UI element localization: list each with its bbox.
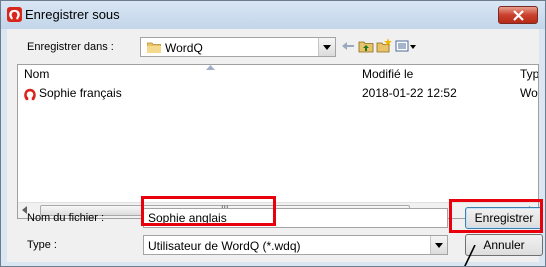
view-menu-icon[interactable] (395, 38, 417, 54)
file-type-value: Utilisateur de WordQ (*.wdq) (148, 239, 301, 253)
file-list[interactable]: Nom Modifié le Type Sophie français 2018… (17, 64, 539, 219)
file-date-cell: 2018-01-22 12:52 (362, 86, 457, 100)
back-arrow-icon[interactable] (340, 38, 356, 54)
title-bar[interactable]: Enregistrer sous (1, 1, 545, 29)
file-type-label: Type : (27, 239, 57, 251)
chevron-down-icon[interactable] (430, 236, 447, 254)
file-type-combobox[interactable]: Utilisateur de WordQ (*.wdq) (143, 235, 448, 255)
file-type-cell: Wor (520, 86, 538, 100)
filename-label: Nom du fichier : (27, 212, 105, 224)
close-x-icon (513, 10, 524, 21)
save-as-dialog: Enregistrer sous Enregistrer dans : Word… (0, 0, 546, 267)
column-header-name[interactable]: Nom (24, 67, 49, 81)
close-button[interactable] (498, 6, 538, 24)
chevron-down-icon[interactable] (318, 38, 335, 56)
up-folder-icon[interactable] (358, 38, 374, 54)
wordq-logo-icon (7, 7, 22, 22)
column-header-modified[interactable]: Modifié le (362, 67, 413, 81)
folder-icon (147, 42, 161, 53)
pointer-line (464, 245, 476, 266)
save-in-combobox[interactable]: WordQ (140, 37, 336, 57)
save-in-label: Enregistrer dans : (27, 41, 114, 53)
filename-highlight-box (141, 196, 276, 226)
column-header-type[interactable]: Type (520, 67, 538, 81)
save-in-value: WordQ (165, 41, 203, 55)
new-folder-icon[interactable] (376, 38, 392, 54)
wordq-file-icon (24, 88, 36, 101)
window-title: Enregistrer sous (25, 7, 120, 22)
save-button-highlight-box (449, 199, 543, 233)
sort-ascending-icon (206, 65, 215, 70)
file-name-cell: Sophie français (39, 86, 122, 100)
